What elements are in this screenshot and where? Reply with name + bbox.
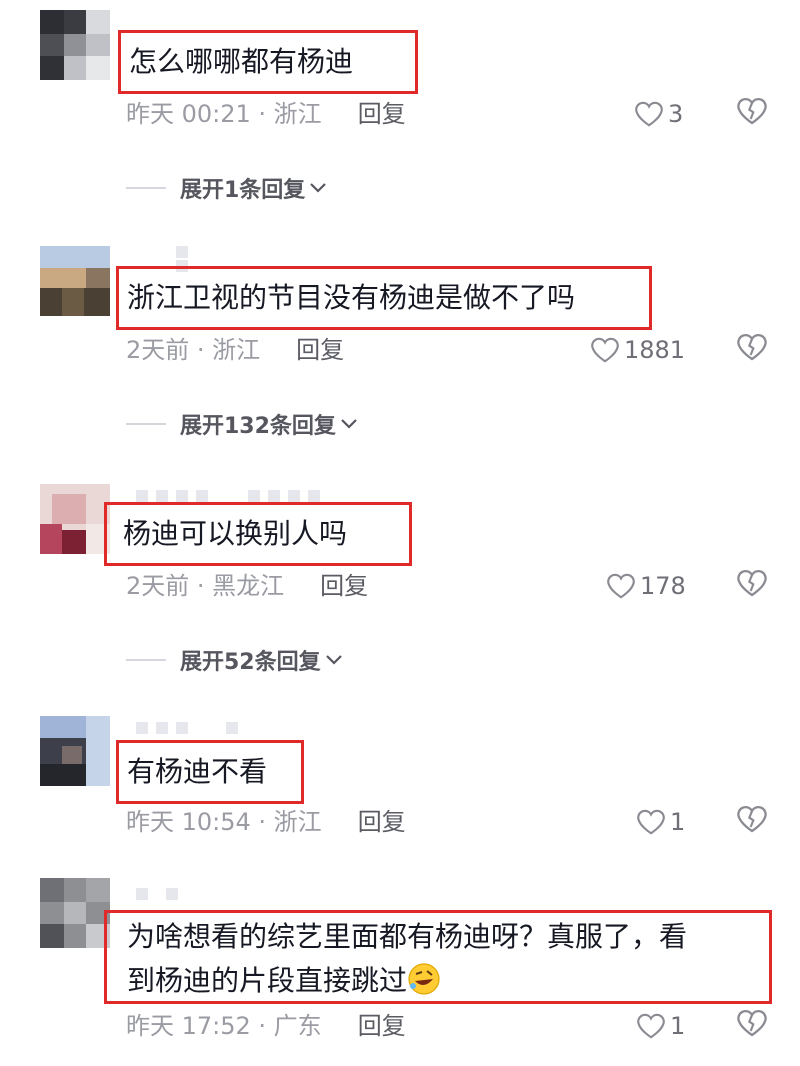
expand-replies-label: 展开1条回复 [180, 178, 306, 203]
dislike-button[interactable] [736, 332, 772, 368]
chevron-down-icon [310, 183, 327, 193]
like-button[interactable]: 1 [636, 804, 685, 840]
like-count: 1 [670, 1012, 686, 1040]
comment-time-location: 昨天 10:54 · 浙江 [126, 808, 322, 836]
comment-text-line-1: 为啥想看的综艺里面都有杨迪呀？真服了，看 [127, 920, 688, 953]
comment-text-highlighted: 怎么哪哪都有杨迪 [118, 30, 418, 94]
comment-meta: 昨天 17:52 · 广东 回复 [126, 1008, 406, 1044]
comment-meta: 2天前 · 黑龙江 回复 [126, 568, 368, 604]
heart-outline-icon [635, 101, 663, 127]
dislike-button[interactable] [736, 1008, 772, 1044]
avatar[interactable] [40, 878, 110, 948]
comment-time-location: 昨天 00:21 · 浙江 [126, 100, 322, 128]
dislike-button[interactable] [736, 804, 772, 840]
comment-meta: 2天前 · 浙江 回复 [126, 332, 344, 368]
comment-text-highlighted: 为啥想看的综艺里面都有杨迪呀？真服了，看 到杨迪的片段直接跳过 [104, 910, 772, 1004]
comment-text-line-2-text: 到杨迪的片段直接跳过 [127, 964, 408, 997]
comment-time-location: 2天前 · 浙江 [126, 336, 261, 364]
like-count: 1 [670, 808, 686, 836]
reply-button[interactable]: 回复 [358, 100, 406, 128]
reply-button[interactable]: 回复 [358, 808, 406, 836]
chevron-down-icon [325, 655, 342, 665]
reply-button[interactable]: 回复 [320, 572, 368, 600]
expand-replies-button[interactable]: 展开1条回复 [126, 170, 327, 206]
divider-line [126, 659, 166, 661]
comment-time-location: 昨天 17:52 · 广东 [126, 1012, 322, 1040]
comment-text: 浙江卫视的节目没有杨迪是做不了吗 [127, 281, 576, 314]
comment-text-highlighted: 浙江卫视的节目没有杨迪是做不了吗 [116, 266, 652, 330]
expand-replies-label: 展开132条回复 [180, 414, 336, 439]
avatar[interactable] [40, 716, 110, 786]
heart-outline-icon [637, 809, 665, 835]
reply-button[interactable]: 回复 [358, 1012, 406, 1040]
expand-replies-button[interactable]: 展开52条回复 [126, 642, 343, 678]
broken-heart-icon [737, 805, 767, 833]
comment-text-highlighted: 杨迪可以换别人吗 [104, 502, 412, 566]
divider-line [126, 423, 166, 425]
broken-heart-icon [737, 1009, 767, 1037]
dislike-button[interactable] [736, 568, 772, 604]
like-button[interactable]: 1 [636, 1008, 685, 1044]
like-button[interactable]: 178 [606, 568, 686, 604]
comment-text: 有杨迪不看 [127, 755, 268, 788]
comment-text: 杨迪可以换别人吗 [123, 517, 348, 550]
like-button[interactable]: 1881 [590, 332, 685, 368]
comment-time-location: 2天前 · 黑龙江 [126, 572, 285, 600]
comment-meta: 昨天 10:54 · 浙江 回复 [126, 804, 406, 840]
broken-heart-icon [737, 569, 767, 597]
rofl-emoji-icon [408, 963, 440, 995]
chevron-down-icon [341, 419, 357, 429]
like-button[interactable]: 3 [634, 96, 683, 132]
heart-outline-icon [591, 337, 619, 363]
comment-text-line-2: 到杨迪的片段直接跳过 [127, 959, 761, 1003]
broken-heart-icon [737, 97, 767, 125]
avatar[interactable] [40, 10, 110, 80]
like-count: 178 [640, 572, 686, 600]
like-count: 1881 [624, 336, 686, 364]
avatar[interactable] [40, 484, 110, 554]
heart-outline-icon [607, 573, 635, 599]
divider-line [126, 187, 166, 189]
comment-text-highlighted: 有杨迪不看 [116, 740, 304, 804]
heart-outline-icon [637, 1013, 665, 1039]
reply-button[interactable]: 回复 [296, 336, 344, 364]
expand-replies-label: 展开52条回复 [180, 650, 321, 675]
avatar[interactable] [40, 246, 110, 316]
like-count: 3 [668, 100, 684, 128]
comment-text: 怎么哪哪都有杨迪 [129, 45, 354, 78]
expand-replies-button[interactable]: 展开132条回复 [126, 406, 358, 442]
comment-meta: 昨天 00:21 · 浙江 回复 [126, 96, 406, 132]
dislike-button[interactable] [736, 96, 772, 132]
broken-heart-icon [737, 333, 767, 361]
